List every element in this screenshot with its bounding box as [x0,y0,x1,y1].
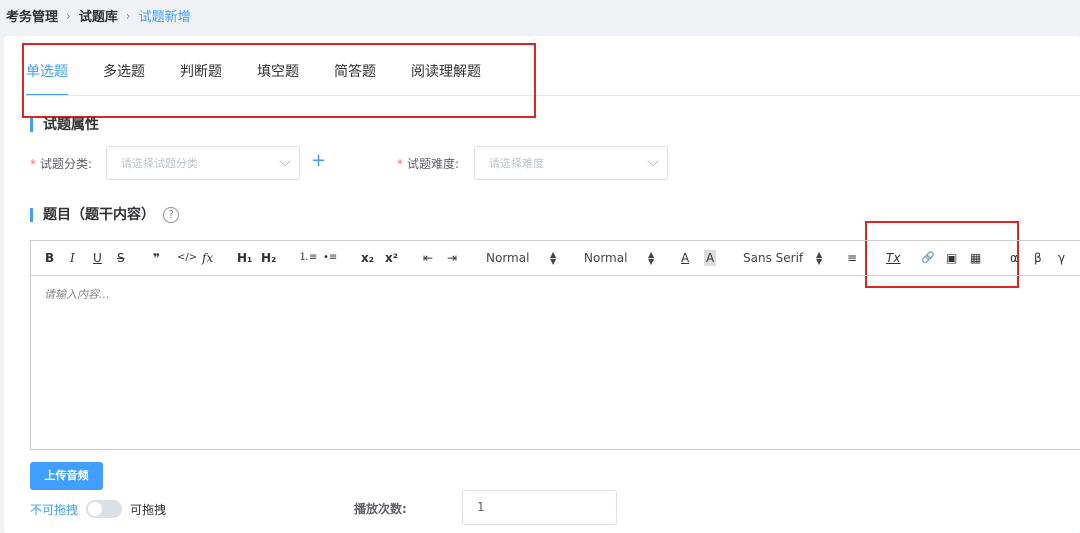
play-count-label: 播放次数: [354,502,407,516]
clean-format-button[interactable]: Tx [886,250,900,266]
toggle-knob [88,502,102,516]
category-label: * 试题分类: [30,155,92,172]
align-button[interactable]: ≡ [847,250,857,266]
code-block-button[interactable]: </> [177,250,197,266]
breadcrumb-item-exam-management[interactable]: 考务管理 [6,6,58,25]
ordered-list-button[interactable]: ⒈≡ [299,250,317,266]
underline-button[interactable]: U [93,250,102,266]
required-asterisk: * [397,157,403,171]
category-label-text: 试题分类: [40,157,93,171]
sort-arrows-icon: ▲ ▼ [550,250,557,266]
bold-button[interactable]: B [45,250,54,266]
breadcrumb-item-add-question: 试题新增 [138,10,191,25]
required-asterisk: * [30,157,36,171]
breadcrumb: 考务管理 › 试题库 › 试题新增 [6,6,191,26]
editor-content-area[interactable]: 请输入内容... [31,276,1080,312]
upload-audio-button[interactable]: 上传音频 [30,462,103,490]
background-color-button[interactable]: A [704,250,717,266]
indent-button[interactable]: ⇥ [447,250,457,266]
link-icon[interactable]: 🔗 [921,250,935,266]
header-picker[interactable]: Normal [584,250,627,266]
formula-button[interactable]: fx [202,250,213,266]
header-1-button[interactable]: H₁ [237,250,252,266]
difficulty-select[interactable]: 请选择难度 [474,146,668,180]
breadcrumb-item-question-bank[interactable]: 试题库 [79,6,118,25]
category-select[interactable]: 请选择试题分类 [106,146,300,180]
add-category-icon[interactable]: + [311,152,326,170]
drag-enabled-label: 可拖拽 [130,503,167,517]
beta-button[interactable]: β [1034,250,1042,266]
gamma-button[interactable]: γ [1058,250,1065,266]
section-title-attributes: 试题属性 [30,118,99,132]
category-placeholder: 请选择试题分类 [121,157,198,170]
sort-arrows-icon: ▲ ▼ [648,250,655,266]
video-icon[interactable]: ▦ [970,250,981,266]
image-icon[interactable]: ▣ [946,250,957,266]
chevron-down-icon [647,155,659,167]
strike-button[interactable]: S [117,250,125,266]
editor-toolbar: B I U S ❞ </> fx H₁ H₂ ⒈≡ •≡ x₂ x² ⇤ ⇥ N… [31,241,1080,276]
play-count-input[interactable]: 1 [462,490,617,525]
rich-text-editor: B I U S ❞ </> fx H₁ H₂ ⒈≡ •≡ x₂ x² ⇤ ⇥ N… [30,240,1080,450]
alpha-button[interactable]: α [1010,250,1018,266]
drag-disabled-label: 不可拖拽 [30,503,79,517]
blockquote-button[interactable]: ❞ [153,250,160,266]
header-2-button[interactable]: H₂ [261,250,276,266]
chevron-right-icon: › [66,8,71,23]
difficulty-placeholder: 请选择难度 [489,157,544,170]
sort-arrows-icon: ▲ ▼ [816,250,823,266]
highlight-box-tabs [22,43,536,118]
drag-toggle[interactable] [86,500,122,518]
font-picker[interactable]: Sans Serif [743,250,803,266]
question-mark-icon[interactable]: ? [163,207,179,223]
superscript-button[interactable]: x² [385,250,398,266]
chevron-down-icon [279,155,291,167]
outdent-button[interactable]: ⇤ [423,250,433,266]
difficulty-label: * 试题难度: [397,155,459,172]
difficulty-label-text: 试题难度: [407,157,460,171]
italic-button[interactable]: I [70,250,75,266]
bullet-list-button[interactable]: •≡ [323,250,337,266]
section-title-content: 题目（题干内容） [30,208,155,222]
editor-placeholder: 请输入内容... [44,288,110,301]
size-picker[interactable]: Normal [486,250,529,266]
subscript-button[interactable]: x₂ [361,250,374,266]
chevron-right-icon: › [125,8,131,23]
font-color-button[interactable]: A [681,250,689,266]
